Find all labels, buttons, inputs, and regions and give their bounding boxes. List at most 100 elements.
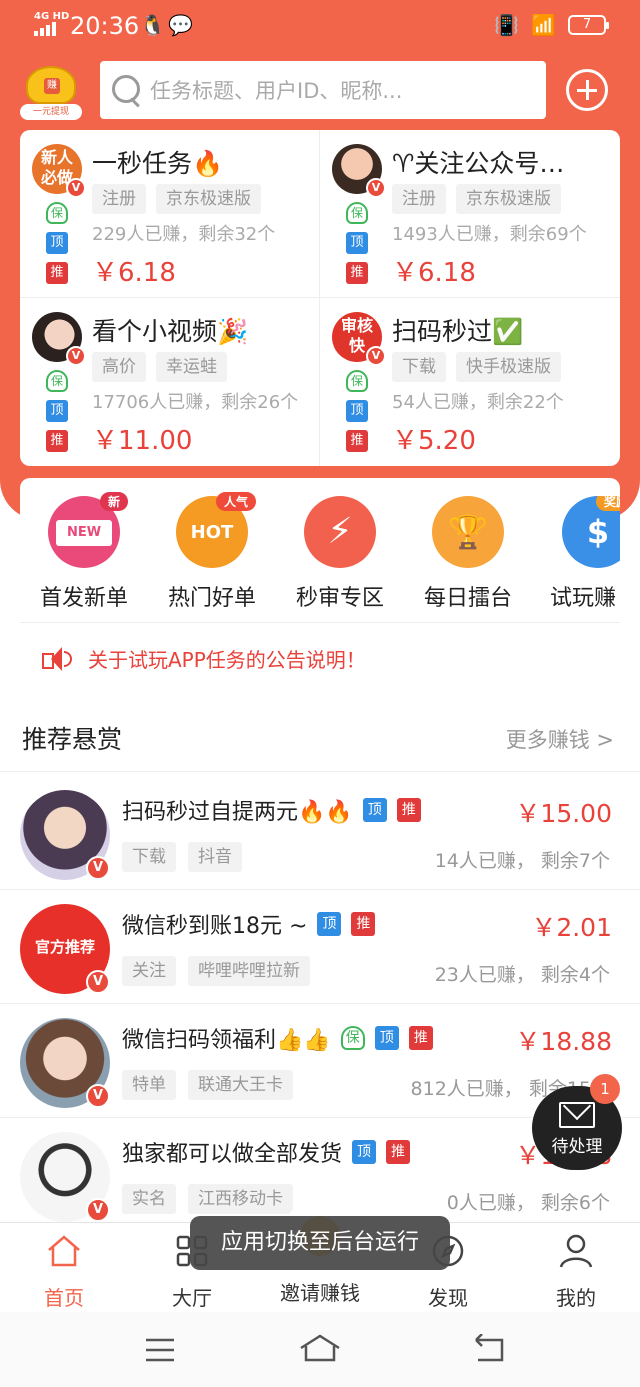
top-badge: 顶 — [352, 1140, 377, 1164]
avatar: V — [20, 1132, 110, 1222]
verified-badge: V — [366, 178, 386, 198]
tab-profile[interactable]: 我的 — [512, 1231, 640, 1311]
featured-task-card[interactable]: V 保顶推 ♈关注公众号… 注册 京东极速版 1493人已赚，剩余69个 ￥6.1… — [320, 130, 620, 298]
home-nav-icon[interactable] — [298, 1332, 342, 1364]
search-placeholder: 任务标题、用户ID、昵称... — [150, 79, 403, 103]
category-daily-arena[interactable]: 🏆 每日擂台 — [404, 496, 532, 612]
task-title: 微信秒到账18元 ~ — [122, 914, 308, 939]
avatar: 审核快 V — [332, 312, 386, 366]
task-tag: 江西移动卡 — [188, 1184, 293, 1214]
task-price: ￥5.20 — [392, 426, 476, 456]
divider — [20, 622, 620, 623]
task-tag: 高价 — [92, 352, 146, 382]
recommend-badge: 推 — [46, 262, 68, 284]
task-price: ￥11.00 — [92, 426, 193, 456]
top-badge: 顶 — [46, 232, 68, 254]
recommended-section-header: 推荐悬赏 更多赚钱 > — [0, 712, 640, 772]
network-type: 4G HD — [34, 11, 70, 22]
search-icon — [112, 75, 142, 105]
vibrate-icon: 📳 — [494, 13, 520, 37]
signal-icon — [34, 22, 62, 36]
recommend-badge: 推 — [46, 430, 68, 452]
task-tag: 下载 — [122, 842, 176, 872]
task-price: ￥6.18 — [92, 258, 176, 288]
announcement-link[interactable]: 关于试玩APP任务的公告说明！ — [42, 644, 366, 673]
top-badge: 顶 — [346, 232, 368, 254]
app-logo[interactable]: 赚 一元提现 — [20, 66, 82, 122]
task-tag: 抖音 — [188, 842, 242, 872]
new-icon: NEW 新 — [48, 492, 128, 568]
user-icon — [559, 1234, 593, 1268]
add-task-button[interactable] — [566, 69, 608, 111]
task-price: ￥15.00 — [515, 799, 612, 828]
home-icon — [48, 1235, 80, 1267]
featured-tasks-grid: 新人必做 V 保顶推 一秒任务🔥 注册 京东极速版 229人已赚，剩余32个 ￥6… — [20, 130, 620, 466]
task-title: 看个小视频🎉 — [92, 317, 249, 346]
qq-icon: 🐧 — [140, 13, 165, 37]
task-tag: 下载 — [392, 352, 446, 382]
task-stat: 1493人已赚，剩余69个 — [392, 224, 587, 245]
verified-badge: V — [86, 1198, 110, 1222]
tab-home[interactable]: 首页 — [0, 1231, 128, 1311]
task-tag: 快手极速版 — [456, 352, 561, 382]
avatar: V — [332, 144, 386, 198]
verified-badge: V — [366, 346, 386, 366]
featured-task-card[interactable]: 新人必做 V 保顶推 一秒任务🔥 注册 京东极速版 229人已赚，剩余32个 ￥6… — [20, 130, 320, 298]
avatar: 新人必做 V — [32, 144, 86, 198]
verified-badge: V — [86, 1084, 110, 1108]
verified-badge: V — [66, 178, 86, 198]
featured-task-card[interactable]: 审核快 V 保顶推 扫码秒过✅ 下载 快手极速版 54人已赚，剩余22个 ￥5.2… — [320, 298, 620, 466]
task-tag: 注册 — [92, 184, 146, 214]
task-title: 独家都可以做全部发货 — [122, 1142, 343, 1167]
task-tag: 京东极速版 — [456, 184, 561, 214]
wifi-icon: 📶 — [531, 13, 556, 37]
task-row[interactable]: V 扫码秒过自提两元🔥🔥 顶推 ￥15.00 下载 抖音 14人已赚， 剩余7个 — [0, 776, 640, 890]
guarantee-badge: 保 — [346, 370, 368, 392]
task-title: 扫码秒过✅ — [392, 317, 524, 346]
pending-label: 待处理 — [551, 1137, 603, 1157]
task-tag: 实名 — [122, 1184, 176, 1214]
task-tag: 注册 — [392, 184, 446, 214]
task-title: ♈关注公众号… — [392, 149, 565, 178]
menu-icon[interactable] — [144, 1336, 176, 1364]
speaker-icon — [42, 645, 76, 673]
task-tag: 哔哩哔哩拉新 — [188, 956, 310, 986]
task-tag: 关注 — [122, 956, 176, 986]
verified-badge: V — [86, 970, 110, 994]
recommend-badge: 推 — [346, 430, 368, 452]
verified-badge: V — [86, 856, 110, 880]
back-icon[interactable] — [470, 1334, 506, 1364]
recommend-badge: 推 — [396, 798, 421, 822]
search-input[interactable]: 任务标题、用户ID、昵称... — [100, 61, 546, 119]
pending-tasks-button[interactable]: 待处理 1 — [532, 1074, 622, 1170]
category-trial-play[interactable]: $ 奖励 试玩赚 — [532, 496, 620, 612]
task-stat: 23人已赚， 剩余4个 — [434, 964, 610, 986]
category-instant-review[interactable]: ⚡ 秒审专区 — [276, 496, 404, 612]
clock: 20:36 — [70, 12, 140, 40]
task-tag: 联通大王卡 — [188, 1070, 293, 1100]
lightning-icon: ⚡ — [304, 496, 376, 568]
recommend-badge: 推 — [386, 1140, 411, 1164]
battery-icon: 7 — [568, 15, 609, 35]
more-link[interactable]: 更多赚钱 > — [506, 724, 614, 754]
featured-task-card[interactable]: V 保顶推 看个小视频🎉 高价 幸运蛙 17706人已赚，剩余26个 ￥11.00 — [20, 298, 320, 466]
avatar: 官方推荐 V — [20, 904, 110, 994]
background-toast: 应用切换至后台运行 — [190, 1216, 450, 1270]
task-price: ￥2.01 — [531, 913, 612, 942]
task-stat: 0人已赚， 剩余6个 — [446, 1192, 610, 1214]
verified-badge: V — [66, 346, 86, 366]
announcement-text: 关于试玩APP任务的公告说明！ — [88, 648, 366, 672]
recommend-badge: 推 — [408, 1026, 433, 1050]
section-title: 推荐悬赏 — [22, 725, 123, 754]
task-stat: 54人已赚，剩余22个 — [392, 392, 564, 413]
category-hot-orders[interactable]: HOT 人气 热门好单 — [148, 492, 276, 612]
task-tag: 幸运蛙 — [156, 352, 227, 382]
task-stat: 17706人已赚，剩余26个 — [92, 392, 299, 413]
task-row[interactable]: 官方推荐 V 微信秒到账18元 ~ 顶推 ￥2.01 关注 哔哩哔哩拉新 23人已赚… — [0, 890, 640, 1004]
recommend-badge: 推 — [346, 262, 368, 284]
task-stat: 229人已赚，剩余32个 — [92, 224, 276, 245]
top-badge: 顶 — [317, 912, 342, 936]
task-title: 微信扫码领福利👍👍 — [122, 1028, 331, 1053]
category-new-orders[interactable]: NEW 新 首发新单 — [20, 492, 148, 612]
system-navigation-bar — [0, 1312, 640, 1387]
